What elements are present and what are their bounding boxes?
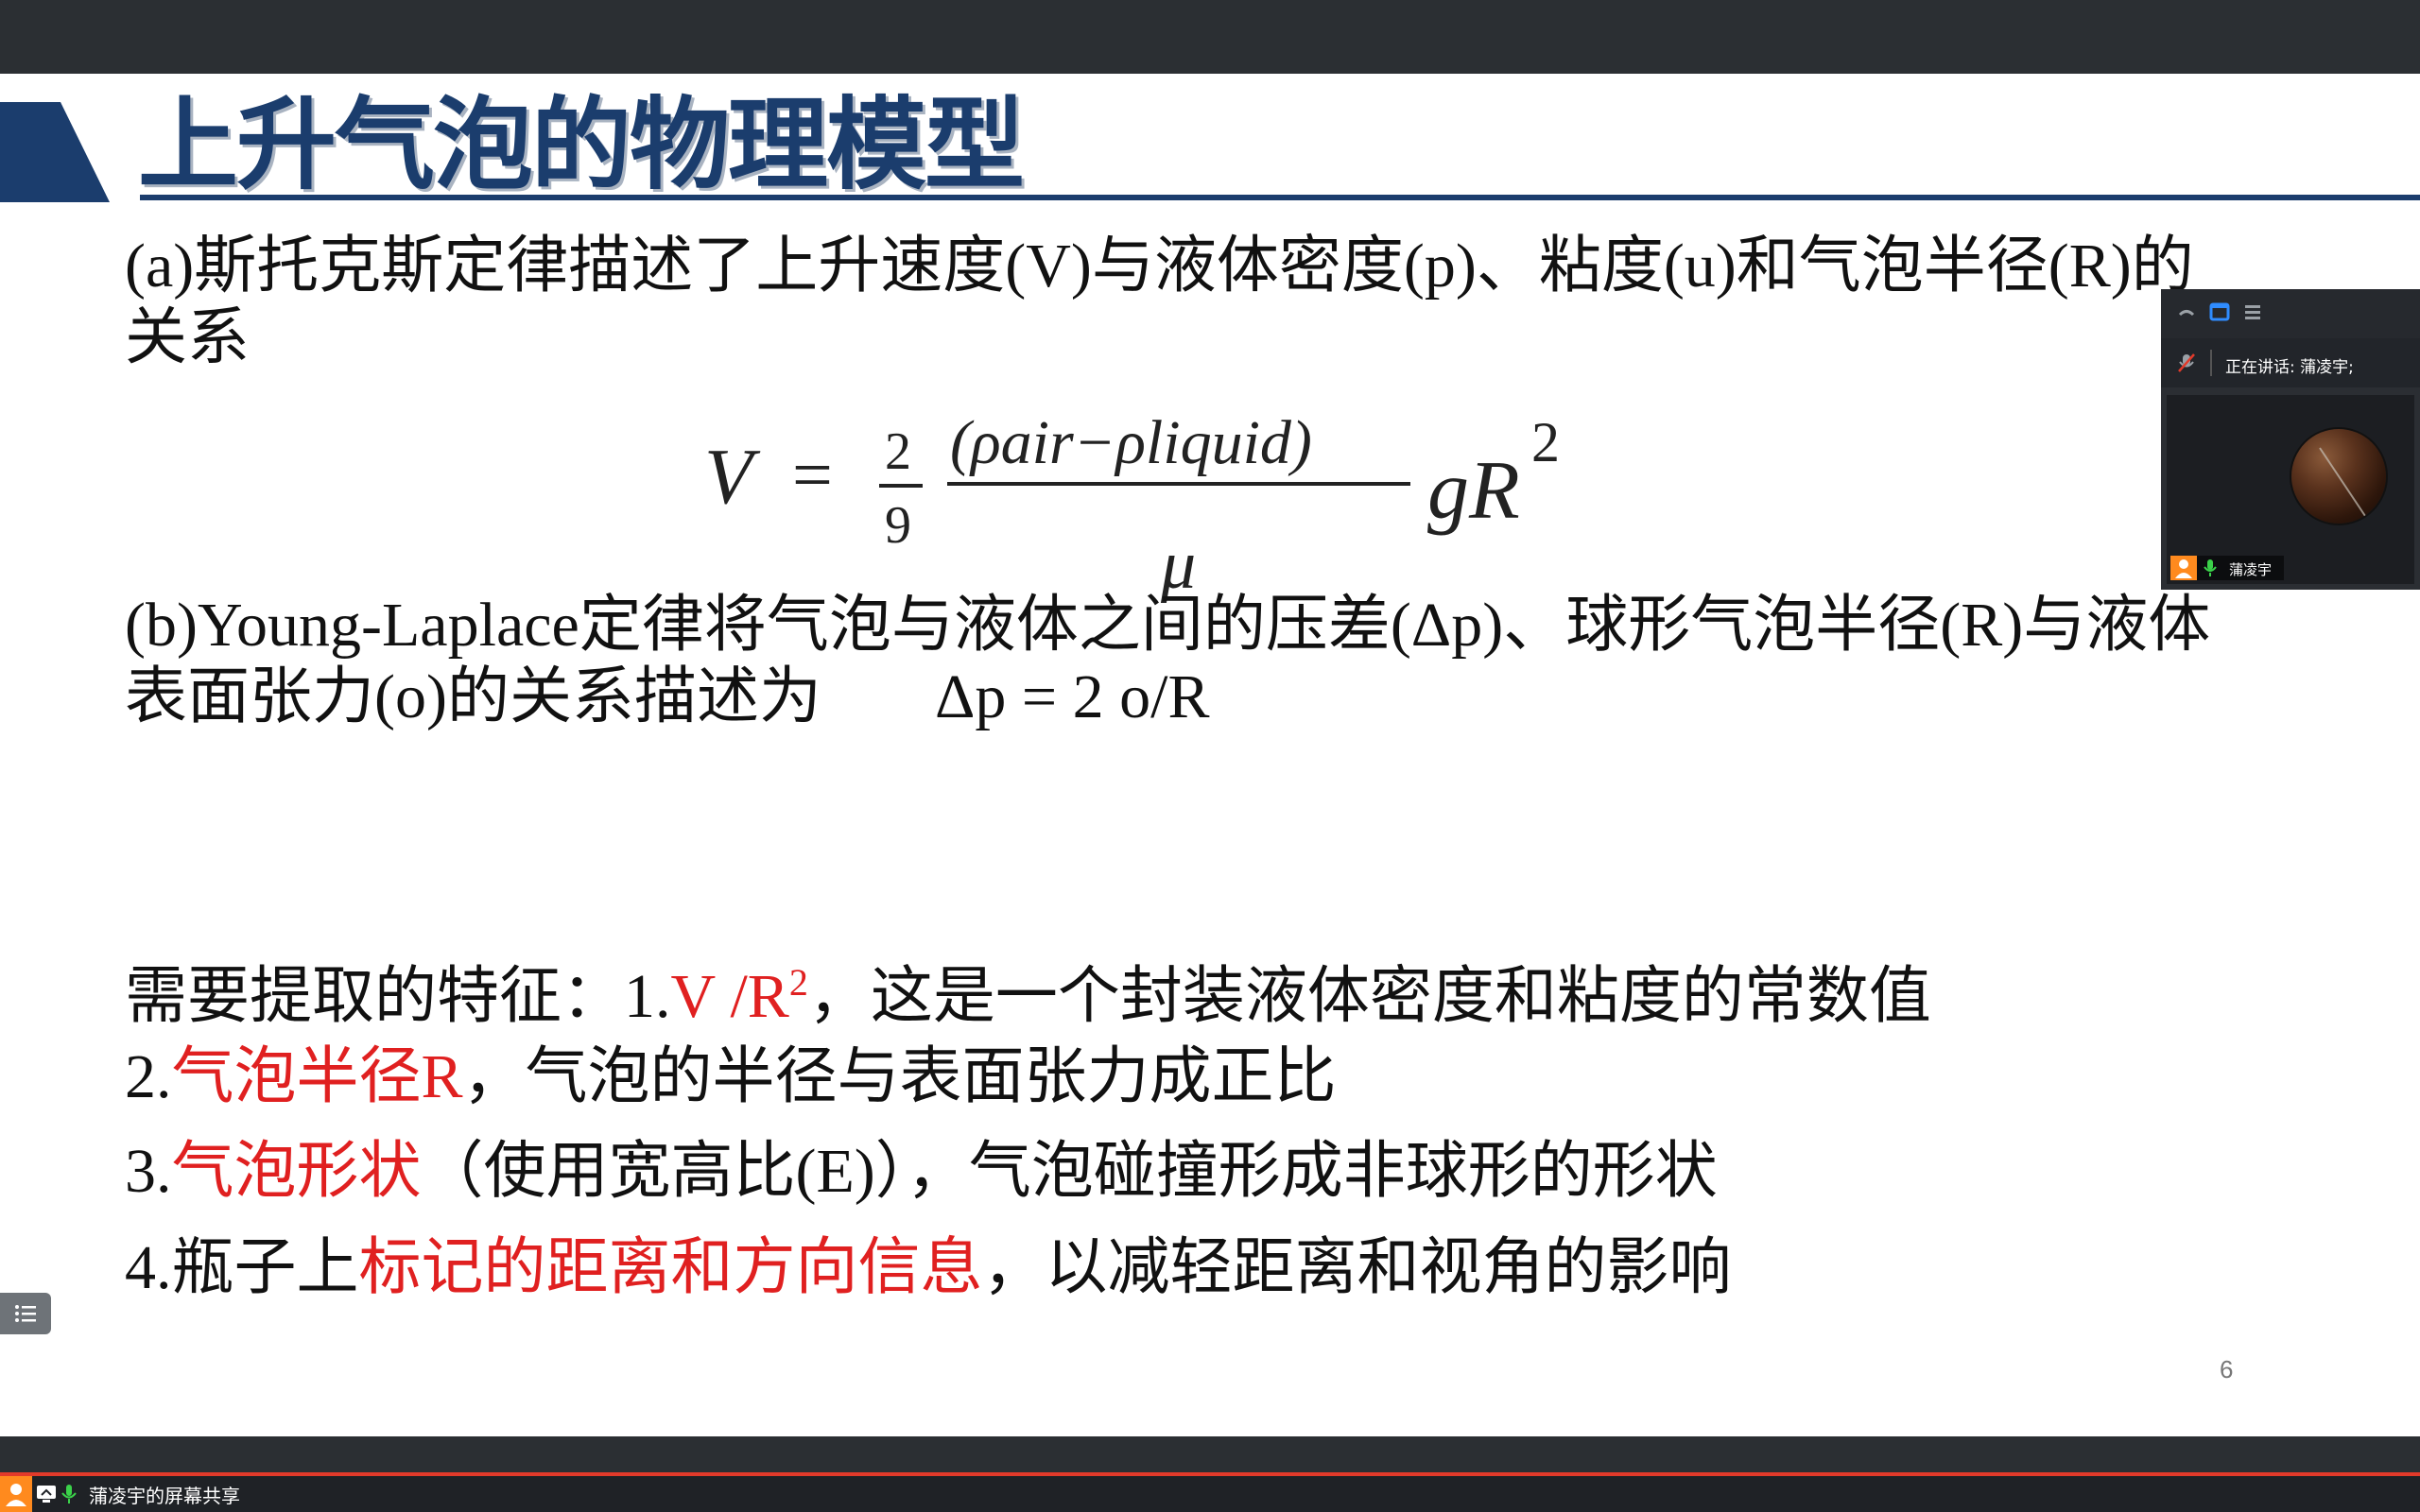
- title-triangle-decoration: [0, 102, 110, 202]
- feature-1-highlight: V /R: [670, 962, 789, 1031]
- feature-4-highlight: 标记的距离和方向信息: [358, 1233, 983, 1302]
- feature-4-prefix: 4.瓶子上: [125, 1233, 359, 1302]
- feature-line-4: 4.瓶子上标记的距离和方向信息，以减轻距离和视角的影响: [125, 1232, 1732, 1304]
- feature-1-exponent: 2: [788, 961, 808, 1004]
- participant-name-tag: 蒲凌宇: [2170, 556, 2284, 580]
- window-icon[interactable]: [2208, 301, 2231, 323]
- paragraph-b-line2: 表面张力(o)的关系描述为 Δp = 2 o/R: [125, 662, 1210, 733]
- feature-2-prefix: 2.: [125, 1042, 172, 1111]
- menu-icon[interactable]: [2242, 301, 2263, 323]
- minimize-icon[interactable]: [2176, 302, 2197, 323]
- slide-title: 上升气泡的物理模型: [138, 87, 1025, 203]
- participant-name: 蒲凌宇: [2229, 561, 2273, 578]
- bottom-toolbar: [0, 1436, 2420, 1472]
- formula-exponent: 2: [1531, 411, 1560, 473]
- feature-4-suffix: ，以减轻距离和视角的影响: [982, 1233, 1732, 1302]
- feature-2-suffix: ，气泡的半径与表面张力成正比: [462, 1042, 1337, 1111]
- participant-video[interactable]: 蒲凌宇: [2167, 395, 2414, 584]
- feature-line-2: 2.气泡半径R，气泡的半径与表面张力成正比: [125, 1041, 1337, 1113]
- share-status-bar: [0, 1476, 2420, 1512]
- slide: 上升气泡的物理模型 (a)斯托克斯定律描述了上升速度(V)与液体密度(p)、粘度…: [0, 74, 2420, 1436]
- formula-coef-denominator: 9: [885, 496, 911, 555]
- video-panel: 正在讲话: 蒲凌宇; 蒲凌宇: [2161, 289, 2420, 590]
- title-underline: [140, 195, 2420, 200]
- feature-1-suffix: ，这是一个封装液体密度和粘度的常数值: [807, 962, 1931, 1031]
- feature-2-highlight: 气泡半径R: [171, 1042, 463, 1111]
- paragraph-a-line1: (a)斯托克斯定律描述了上升速度(V)与液体密度(p)、粘度(u)和气泡半径(R…: [125, 232, 2194, 301]
- feature-3-highlight: 气泡形状: [171, 1137, 422, 1206]
- user-icon: [0, 1476, 32, 1512]
- microphone-icon: [2204, 559, 2217, 576]
- avatar: [2291, 429, 2386, 524]
- top-toolbar: [0, 0, 2420, 74]
- page-number: 6: [2220, 1355, 2234, 1383]
- formula-tail: gR: [1427, 445, 1520, 537]
- laplace-equation: Δp = 2 o/R: [934, 662, 1210, 731]
- feature-line-3: 3.气泡形状（使用宽高比(E)），气泡碰撞形成非球形的形状: [125, 1136, 1718, 1208]
- formula-coef-numerator: 2: [885, 422, 911, 481]
- screen-share-label: 蒲凌宇的屏幕共享: [89, 1485, 240, 1507]
- formula-equals: =: [792, 436, 833, 515]
- feature-line-1: 需要提取的特征：1.V /R2，这是一个封装液体密度和粘度的常数值: [125, 947, 1931, 1033]
- screen-share-icon: [37, 1486, 56, 1503]
- mic-muted-icon: [2178, 353, 2195, 372]
- formula-lhs: V: [704, 433, 761, 521]
- paragraph-b-line2-text: 表面张力(o)的关系描述为: [125, 662, 821, 731]
- feature-3-suffix: （使用宽高比(E)），气泡碰撞形成非球形的形状: [421, 1137, 1718, 1206]
- microphone-icon: [61, 1485, 77, 1503]
- paragraph-b-line1: (b)Young-Laplace定律将气泡与液体之间的压差(Δp)、球形气泡半径…: [125, 591, 2211, 660]
- paragraph-a-line2: 关系: [125, 303, 250, 372]
- feature-1-prefix: 需要提取的特征：1.: [125, 962, 671, 1031]
- user-icon: [2170, 556, 2197, 580]
- formula-fraction-numerator: (ρair−ρliquid): [950, 408, 1312, 477]
- speaking-indicator: 正在讲话: 蒲凌宇;: [2161, 338, 2420, 387]
- speaking-label: 正在讲话: 蒲凌宇;: [2225, 358, 2354, 377]
- list-icon: [15, 1305, 36, 1322]
- feature-3-prefix: 3.: [125, 1137, 172, 1206]
- video-panel-toolbar: [2161, 289, 2420, 338]
- outline-list-button[interactable]: [0, 1293, 51, 1334]
